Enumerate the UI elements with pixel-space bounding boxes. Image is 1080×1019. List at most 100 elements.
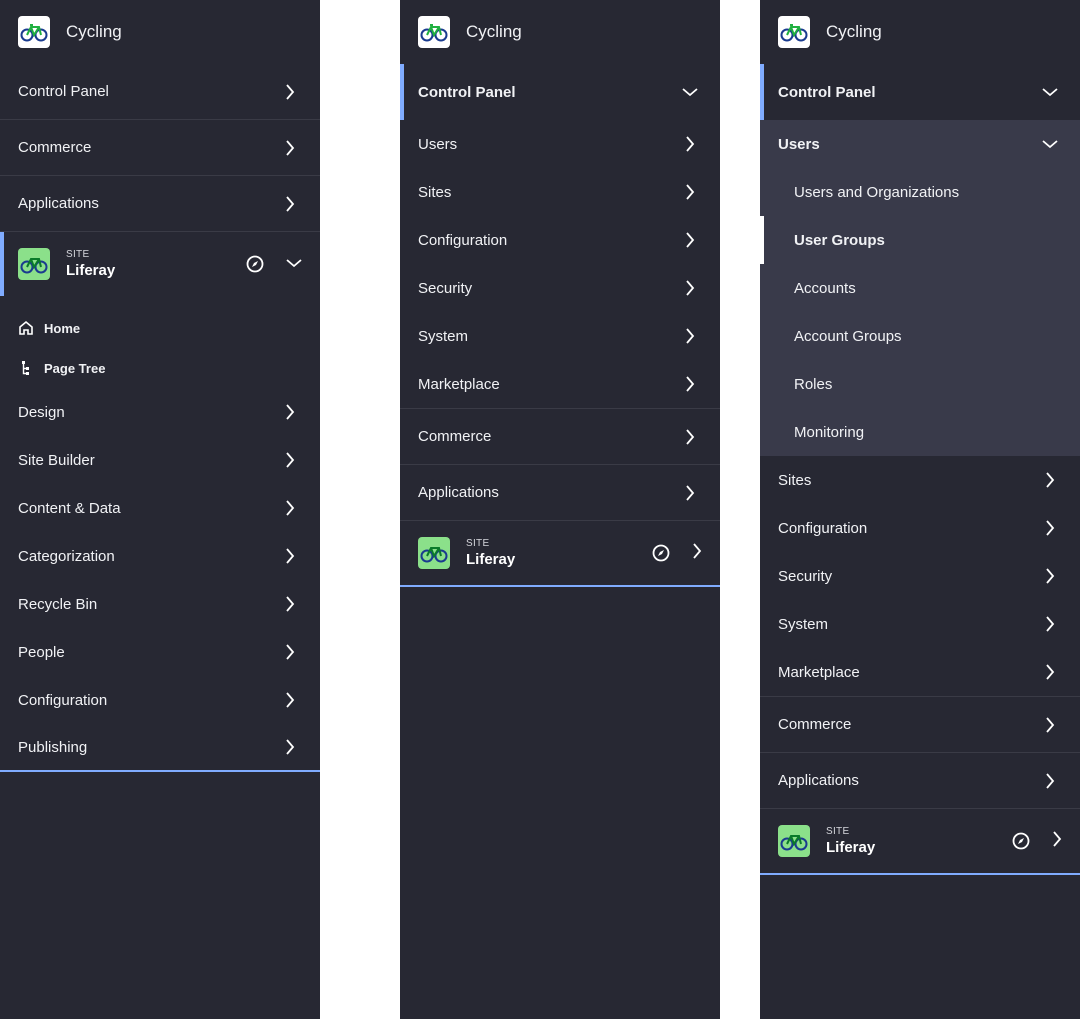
nav-item-label: User Groups bbox=[794, 231, 885, 249]
nav-item-content-and-data[interactable]: Content & Data bbox=[0, 484, 320, 532]
nav-item-marketplace[interactable]: Marketplace bbox=[760, 648, 1080, 696]
nav-item-security[interactable]: Security bbox=[760, 552, 1080, 600]
chevron-right-icon bbox=[682, 328, 698, 344]
nav-item-security[interactable]: Security bbox=[400, 264, 720, 312]
nav-item-marketplace[interactable]: Marketplace bbox=[400, 360, 720, 408]
site-link-home[interactable]: Home bbox=[0, 308, 320, 348]
nav-item-label: Users and Organizations bbox=[794, 183, 960, 201]
sidebar-panel-collapsed-site: Cycling Control Panel Commerce Applicati… bbox=[0, 0, 320, 1019]
nav-item-sites[interactable]: Sites bbox=[400, 168, 720, 216]
nav-item-system[interactable]: System bbox=[760, 600, 1080, 648]
sidebar-panel-users-open: Cycling Control Panel Users Users and Or… bbox=[760, 0, 1080, 1019]
nav-item-label: Commerce bbox=[778, 716, 852, 733]
site-logo-icon bbox=[778, 825, 810, 857]
sidebar-panel-control-panel-open: Cycling Control Panel Users Sites Configur… bbox=[400, 0, 720, 1019]
nav-item-users[interactable]: Users bbox=[760, 120, 1080, 168]
nav-item-label: Security bbox=[418, 279, 473, 297]
chevron-right-icon bbox=[282, 548, 298, 564]
site-logo-icon bbox=[18, 248, 50, 280]
chevron-down-icon[interactable] bbox=[286, 255, 302, 273]
chevron-right-icon bbox=[282, 139, 298, 156]
compass-icon[interactable] bbox=[1012, 832, 1030, 850]
site-selector[interactable]: SITE Liferay bbox=[760, 809, 1080, 875]
compass-icon[interactable] bbox=[246, 255, 264, 273]
subnav-item-roles[interactable]: Roles bbox=[760, 360, 1080, 408]
nav-item-label: Users bbox=[418, 135, 458, 153]
chevron-right-icon[interactable] bbox=[1052, 830, 1062, 852]
nav-item-configuration[interactable]: Configuration bbox=[0, 676, 320, 724]
site-name: Liferay bbox=[826, 839, 876, 856]
nav-item-applications[interactable]: Applications bbox=[0, 176, 320, 232]
nav-item-design[interactable]: Design bbox=[0, 388, 320, 436]
chevron-right-icon bbox=[1042, 716, 1058, 733]
nav-item-configuration[interactable]: Configuration bbox=[760, 504, 1080, 552]
nav-item-label: Monitoring bbox=[794, 423, 865, 441]
bicycle-logo-icon bbox=[18, 16, 50, 48]
nav-item-control-panel[interactable]: Control Panel bbox=[400, 64, 720, 120]
brand-name: Cycling bbox=[66, 22, 122, 41]
chevron-right-icon bbox=[282, 83, 298, 100]
chevron-right-icon bbox=[682, 136, 698, 152]
chevron-right-icon bbox=[282, 452, 298, 468]
chevron-right-icon bbox=[682, 484, 698, 501]
nav-item-label: Publishing bbox=[18, 738, 88, 756]
chevron-right-icon bbox=[1042, 568, 1058, 584]
nav-item-commerce[interactable]: Commerce bbox=[760, 697, 1080, 753]
subnav-item-user-groups[interactable]: User Groups bbox=[760, 216, 1080, 264]
subnav-item-account-groups[interactable]: Account Groups bbox=[760, 312, 1080, 360]
brand-name: Cycling bbox=[826, 22, 882, 41]
nav-item-label: Users bbox=[778, 135, 820, 153]
nav-item-label: Configuration bbox=[778, 519, 868, 537]
nav-item-label: Accounts bbox=[794, 279, 856, 297]
site-kicker: SITE bbox=[826, 826, 850, 837]
compass-icon[interactable] bbox=[652, 544, 670, 562]
brand-header[interactable]: Cycling bbox=[760, 0, 1080, 64]
subnav-item-accounts[interactable]: Accounts bbox=[760, 264, 1080, 312]
nav-item-recycle-bin[interactable]: Recycle Bin bbox=[0, 580, 320, 628]
chevron-right-icon bbox=[282, 596, 298, 612]
brand-header[interactable]: Cycling bbox=[0, 0, 320, 64]
nav-item-system[interactable]: System bbox=[400, 312, 720, 360]
nav-item-site-builder[interactable]: Site Builder bbox=[0, 436, 320, 484]
home-icon bbox=[18, 320, 34, 336]
brand-name: Cycling bbox=[466, 22, 522, 41]
site-link-label: Home bbox=[44, 320, 81, 336]
chevron-right-icon bbox=[1042, 664, 1058, 680]
chevron-right-icon bbox=[682, 376, 698, 392]
chevron-right-icon[interactable] bbox=[692, 542, 702, 564]
nav-item-label: Design bbox=[18, 403, 65, 421]
nav-item-users[interactable]: Users bbox=[400, 120, 720, 168]
site-link-page-tree[interactable]: Page Tree bbox=[0, 348, 320, 388]
nav-item-people[interactable]: People bbox=[0, 628, 320, 676]
chevron-right-icon bbox=[282, 739, 298, 755]
site-selector[interactable]: SITE Liferay bbox=[400, 521, 720, 587]
chevron-right-icon bbox=[682, 232, 698, 248]
nav-item-categorization[interactable]: Categorization bbox=[0, 532, 320, 580]
site-name: Liferay bbox=[466, 551, 516, 568]
nav-item-sites[interactable]: Sites bbox=[760, 456, 1080, 504]
nav-item-label: Commerce bbox=[18, 139, 92, 156]
bicycle-logo-icon bbox=[418, 16, 450, 48]
nav-item-commerce[interactable]: Commerce bbox=[0, 120, 320, 176]
nav-item-configuration[interactable]: Configuration bbox=[400, 216, 720, 264]
nav-item-control-panel[interactable]: Control Panel bbox=[0, 64, 320, 120]
subnav-item-monitoring[interactable]: Monitoring bbox=[760, 408, 1080, 456]
nav-item-control-panel[interactable]: Control Panel bbox=[760, 64, 1080, 120]
nav-item-publishing[interactable]: Publishing bbox=[0, 724, 320, 772]
chevron-right-icon bbox=[282, 500, 298, 516]
chevron-right-icon bbox=[1042, 520, 1058, 536]
chevron-right-icon bbox=[682, 184, 698, 200]
nav-item-label: Control Panel bbox=[418, 83, 516, 101]
nav-item-applications[interactable]: Applications bbox=[400, 465, 720, 521]
chevron-right-icon bbox=[1042, 616, 1058, 632]
nav-item-label: Applications bbox=[778, 772, 859, 789]
site-selector[interactable]: SITE Liferay bbox=[0, 232, 320, 296]
site-kicker: SITE bbox=[466, 538, 490, 549]
chevron-down-icon bbox=[1042, 136, 1058, 152]
chevron-right-icon bbox=[282, 195, 298, 212]
brand-header[interactable]: Cycling bbox=[400, 0, 720, 64]
nav-item-commerce[interactable]: Commerce bbox=[400, 409, 720, 465]
nav-item-applications[interactable]: Applications bbox=[760, 753, 1080, 809]
subnav-item-users-and-organizations[interactable]: Users and Organizations bbox=[760, 168, 1080, 216]
nav-item-label: Applications bbox=[18, 195, 99, 212]
